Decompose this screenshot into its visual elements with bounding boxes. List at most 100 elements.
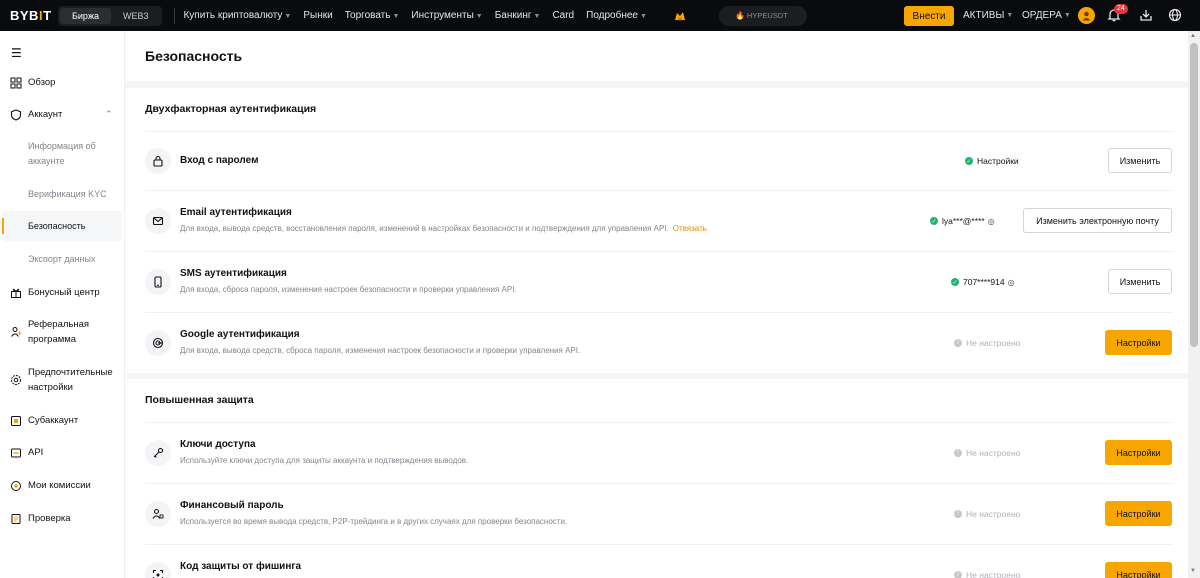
gift-icon bbox=[0, 287, 28, 299]
setup-antiphishing-button[interactable]: Настройки bbox=[1105, 562, 1172, 578]
row-title: Email аутентификация bbox=[180, 207, 292, 218]
advanced-card: Повышенная защита Ключи доступа Использу… bbox=[125, 379, 1188, 578]
sidebar-sub-security[interactable]: Безопасность bbox=[28, 219, 120, 234]
menu-collapse-icon[interactable]: ☰ bbox=[11, 46, 22, 60]
setup-fund-password-button[interactable]: Настройки bbox=[1105, 501, 1172, 526]
promo-icon[interactable] bbox=[673, 9, 687, 23]
orders-label: ОРДЕРА bbox=[1022, 10, 1062, 21]
sidebar-sub-account-info[interactable]: Информация об аккаунте bbox=[28, 139, 120, 169]
mail-icon bbox=[145, 208, 171, 234]
scan-icon bbox=[145, 562, 171, 578]
nav-item-1[interactable]: Рынки bbox=[303, 10, 332, 21]
orders-menu[interactable]: ОРДЕРА ▼ bbox=[1022, 0, 1071, 31]
sidebar-item-fees[interactable]: Мои комиссии bbox=[0, 478, 125, 493]
status-sms: ✓ 707****914 ◎ bbox=[951, 277, 1015, 287]
change-sms-button[interactable]: Изменить bbox=[1108, 269, 1172, 294]
bybit-logo[interactable]: BYBIT bbox=[0, 8, 52, 23]
sidebar-label: Субаккаунт bbox=[28, 415, 79, 426]
exchange-web3-switch: Биржа WEB3 bbox=[58, 5, 163, 26]
deposit-button[interactable]: Внести bbox=[904, 6, 954, 26]
row-description: Для входа, вывода средств, сброса пароля… bbox=[180, 346, 581, 355]
chevron-down-icon: ▼ bbox=[392, 13, 400, 20]
scroll-up-icon[interactable]: ▲ bbox=[1190, 33, 1196, 39]
seg-exchange[interactable]: Биржа bbox=[60, 7, 111, 24]
api-icon bbox=[0, 447, 28, 459]
nav-item-label: Торговать bbox=[344, 10, 391, 21]
twofa-title: Двухфакторная аутентификация bbox=[145, 103, 317, 115]
sidebar-active-indicator bbox=[2, 218, 4, 234]
nav-item-0[interactable]: Купить криптовалюту ▼ bbox=[183, 10, 291, 21]
nav-item-6[interactable]: Подробнее ▼ bbox=[586, 10, 647, 21]
grid-icon bbox=[0, 77, 28, 89]
sidebar-item-preferences[interactable]: Предпочтительные настройки bbox=[0, 365, 125, 395]
nav-item-4[interactable]: Банкинг ▼ bbox=[495, 10, 541, 21]
nav-item-label: Банкинг bbox=[494, 10, 532, 21]
row-passkeys: Ключи доступа Используйте ключи доступа … bbox=[145, 422, 1173, 483]
setup-google-button[interactable]: Настройки bbox=[1105, 330, 1172, 355]
nav-item-label: Инструменты bbox=[411, 10, 474, 21]
page-scrollbar[interactable]: ▲ ▼ bbox=[1188, 31, 1200, 578]
row-description: Используется во время вывода средств, P2… bbox=[180, 517, 568, 526]
row-sms-auth: SMS аутентификация Для входа, сброса пар… bbox=[145, 251, 1173, 312]
sidebar-item-bonus[interactable]: Бонусный центр bbox=[0, 285, 125, 300]
avatar[interactable] bbox=[1078, 7, 1095, 24]
sidebar-item-overview[interactable]: Обзор bbox=[0, 75, 125, 90]
settings-icon bbox=[0, 374, 28, 386]
eye-off-icon[interactable]: ◎ bbox=[988, 217, 995, 226]
check-circle-icon: ✓ bbox=[965, 157, 973, 165]
audit-icon bbox=[0, 513, 28, 525]
nav-item-label: Купить криптовалюту bbox=[183, 10, 283, 21]
sidebar-item-subaccount[interactable]: Субаккаунт bbox=[0, 413, 125, 428]
status-email: ✓ lya***@**** ◎ bbox=[930, 216, 995, 226]
info-circle-icon: ! bbox=[954, 339, 962, 347]
scroll-down-icon[interactable]: ▼ bbox=[1190, 568, 1196, 574]
status-text: lya***@**** bbox=[942, 216, 985, 226]
change-email-button[interactable]: Изменить электронную почту bbox=[1023, 208, 1172, 233]
row-title: Код защиты от фишинга bbox=[180, 561, 302, 572]
lock-icon bbox=[145, 148, 171, 174]
row-title: SMS аутентификация bbox=[180, 268, 287, 279]
row-antiphishing: Код защиты от фишинга ! Не настроено Наст… bbox=[145, 544, 1173, 578]
referral-icon bbox=[0, 326, 28, 338]
shield-icon bbox=[0, 108, 28, 121]
setup-passkeys-button[interactable]: Настройки bbox=[1105, 440, 1172, 465]
main-content: Безопасность Двухфакторная аутентификаци… bbox=[125, 31, 1188, 578]
scroll-thumb[interactable] bbox=[1190, 43, 1198, 347]
assets-label: АКТИВЫ bbox=[963, 10, 1005, 21]
info-circle-icon: ! bbox=[954, 510, 962, 518]
row-google-auth: Google аутентификация Для входа, вывода … bbox=[145, 312, 1173, 373]
logo-text-a: BYB bbox=[10, 8, 39, 23]
check-circle-icon: ✓ bbox=[930, 217, 938, 225]
nav-item-2[interactable]: Торговать ▼ bbox=[345, 10, 400, 21]
notification-badge: 24 bbox=[1114, 4, 1128, 14]
chevron-down-icon: ▼ bbox=[640, 13, 647, 20]
status-text: 707****914 bbox=[963, 277, 1005, 287]
sidebar-item-api[interactable]: API bbox=[0, 445, 125, 460]
phone-icon bbox=[145, 269, 171, 295]
globe-icon[interactable] bbox=[1167, 7, 1183, 23]
seg-web3[interactable]: WEB3 bbox=[111, 8, 161, 24]
market-search-text: HYPEUSDT bbox=[746, 11, 788, 20]
sidebar: ☰ Обзор Аккаунт ⌃ Информация об аккаунте… bbox=[0, 31, 125, 578]
chevron-up-icon[interactable]: ⌃ bbox=[105, 109, 113, 120]
status-not-set: ! Не настроено bbox=[954, 448, 1020, 458]
nav-item-3[interactable]: Инструменты ▼ bbox=[411, 10, 482, 21]
download-icon[interactable] bbox=[1138, 7, 1154, 23]
assets-menu[interactable]: АКТИВЫ ▼ bbox=[963, 0, 1013, 31]
row-description: Используйте ключи доступа для защиты акк… bbox=[180, 456, 469, 465]
chevron-down-icon: ▼ bbox=[1006, 12, 1014, 19]
sidebar-item-audit[interactable]: Проверка bbox=[0, 511, 125, 526]
user-lock-icon bbox=[145, 501, 171, 527]
eye-off-icon[interactable]: ◎ bbox=[1008, 278, 1015, 287]
sidebar-sub-export[interactable]: Экспорт данных bbox=[28, 252, 120, 267]
sidebar-item-referral[interactable]: Реферальная программа bbox=[0, 317, 125, 347]
nav-item-5[interactable]: Card bbox=[552, 10, 574, 21]
status-text: Не настроено bbox=[966, 509, 1021, 519]
market-search-input[interactable]: 🔥 HYPEUSDT bbox=[718, 5, 807, 26]
sidebar-sub-kyc[interactable]: Верификация KYC bbox=[28, 187, 120, 202]
unlink-email-link[interactable]: Отвязать bbox=[673, 224, 707, 233]
chevron-down-icon: ▼ bbox=[284, 13, 292, 20]
logo-text-c: T bbox=[43, 8, 52, 23]
fire-icon: 🔥 bbox=[734, 11, 745, 20]
change-password-button[interactable]: Изменить bbox=[1108, 148, 1172, 173]
